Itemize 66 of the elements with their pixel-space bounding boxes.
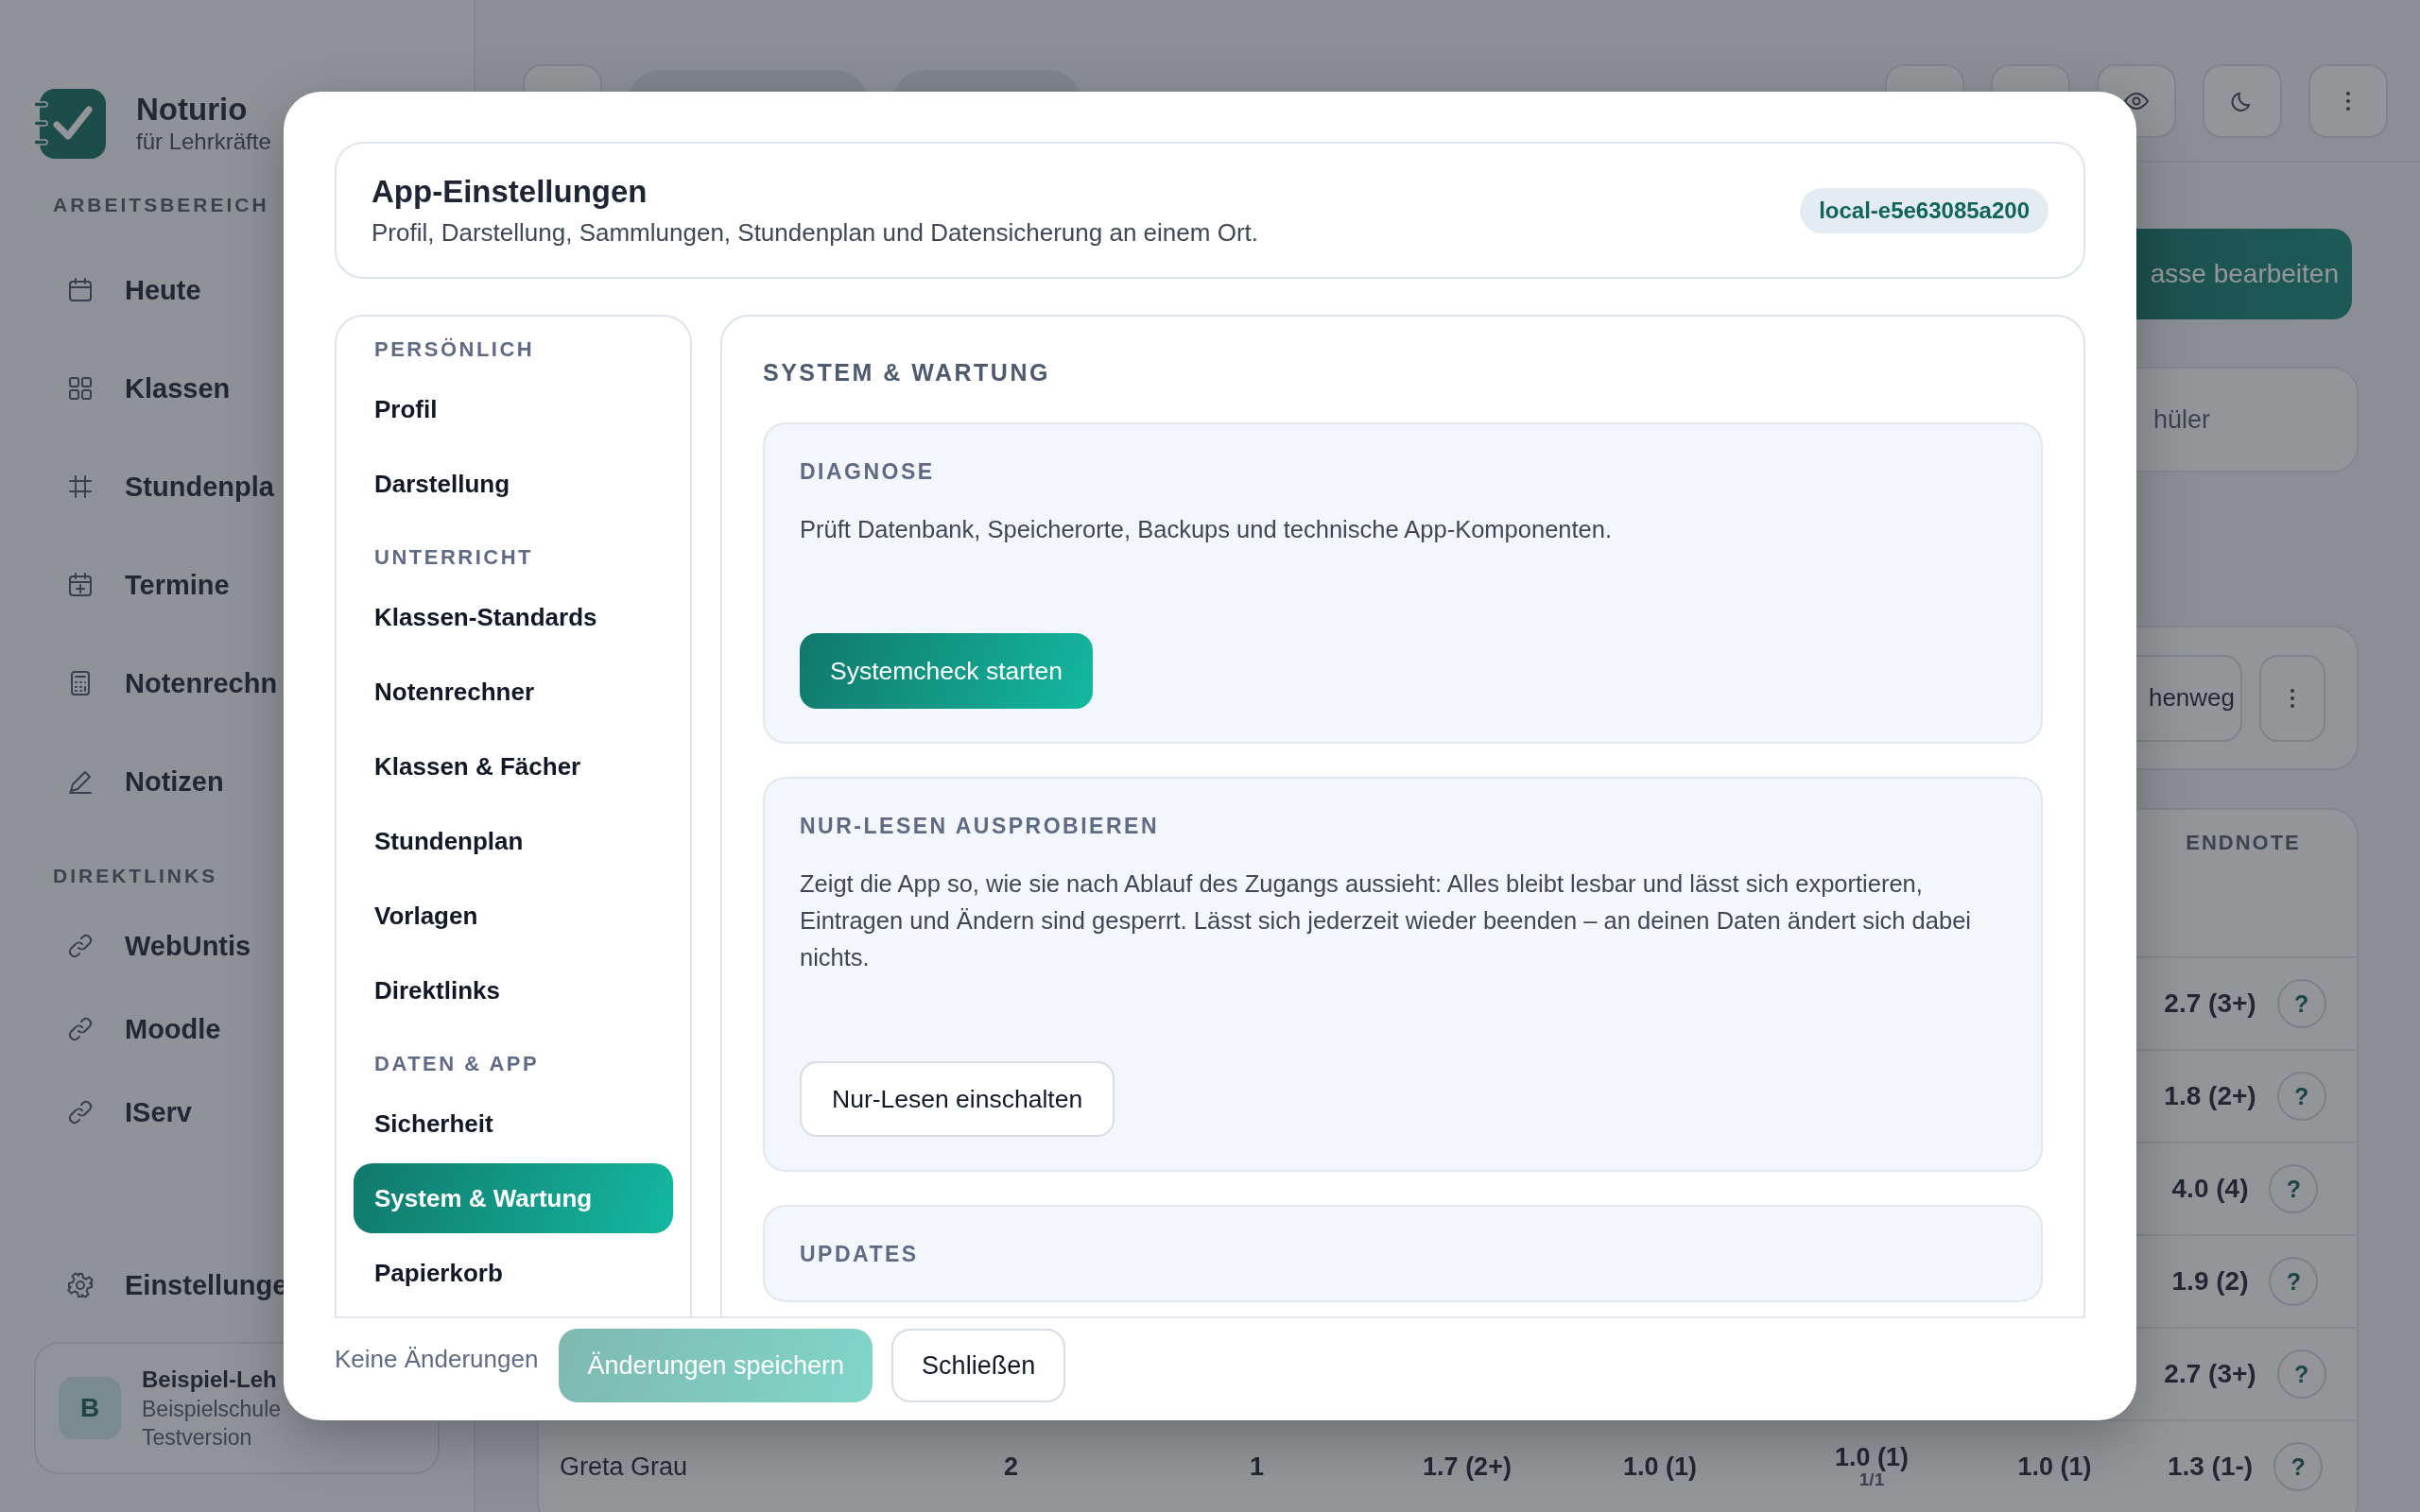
avatar: B (59, 1377, 121, 1439)
nav-item[interactable]: Stundenplan (354, 806, 673, 876)
help-button[interactable]: ? (2269, 1257, 2319, 1306)
dialog-title: App-Einstellungen (372, 172, 648, 211)
user-school: Beispielschule (142, 1396, 282, 1423)
more-button[interactable] (2259, 654, 2325, 742)
final-grade: 4.0 (4) (2171, 1174, 2249, 1204)
link-icon (66, 1098, 95, 1126)
app-tagline: für Lehrkräfte (136, 128, 271, 156)
help-button[interactable]: ? (2276, 1349, 2326, 1399)
id-badge: local-e5e63085a200 (1800, 187, 2048, 233)
grid-icon (66, 374, 95, 403)
settings-icon (66, 1271, 95, 1299)
grade-cell-text: 1.0 (1) (1621, 1453, 1698, 1480)
user-plan: Testversion (142, 1424, 253, 1452)
more-button[interactable] (2308, 64, 2388, 138)
nav-item[interactable]: Direktlinks (354, 955, 673, 1025)
app-name: Noturio (136, 92, 249, 128)
help-button[interactable]: ? (2269, 1164, 2319, 1213)
nav-item[interactable]: Profil (354, 374, 673, 444)
link-icon (66, 1015, 95, 1043)
table-icon (66, 472, 95, 501)
dialog-subtitle: Profil, Darstellung, Sammlungen, Stundenplan und Datensicherung an einem Ort. (372, 216, 1258, 249)
nav-item[interactable]: Notenrechner (354, 657, 673, 727)
final-grade: 2.7 (3+) (2164, 988, 2256, 1019)
grade-cell-text: 1.0 (1) 1/1 (1833, 1444, 1910, 1489)
final-grade: 1.9 (2) (2171, 1266, 2249, 1297)
grade-cell-text: 1.0 (1) (2016, 1453, 2093, 1480)
card-text: Zeigt die App so, wie sie nach Ablauf des Zugangs aussieht: Alles bleibt lesbar und lässt sich exportieren, Eintragen und Ändern sind gesperrt. Lässt sich jederzeit wieder beenden – an deinen Daten ändert sich dabei nichts. (800, 869, 1972, 972)
final-grade: 2.7 (3+) (2164, 1359, 2256, 1389)
help-button[interactable]: ? (2276, 979, 2326, 1028)
card-title: DIAGNOSE (800, 458, 935, 485)
section-heading: DIREKTLINKS (53, 864, 219, 888)
nav-heading: DATEN & APP (374, 1051, 541, 1077)
action-button[interactable]: Nur-Lesen einschalten (800, 1061, 1115, 1137)
help-button[interactable]: ? (2273, 1442, 2324, 1491)
nav-item[interactable]: Sicherheit (354, 1089, 673, 1159)
nav-item[interactable]: System & Wartung (354, 1163, 673, 1233)
final-grade: 1.8 (2+) (2164, 1081, 2256, 1111)
nav-item[interactable]: Vorlagen (354, 881, 673, 951)
section-title: SYSTEM & WARTUNG (763, 358, 1051, 387)
nav-heading: UNTERRICHT (374, 544, 534, 571)
student-name: Greta Grau (559, 1452, 689, 1482)
nav-heading: PERSÖNLICH (374, 336, 536, 363)
column-header: ENDNOTE (2185, 830, 2302, 856)
grade-cell-text: 1.7 (2+) (1422, 1453, 1512, 1480)
help-button[interactable]: ? (2276, 1072, 2326, 1121)
card-title: NUR-LESEN AUSPROBIEREN (800, 813, 1159, 839)
calendar-icon (66, 571, 95, 599)
nav-item[interactable]: Papierkorb (354, 1238, 673, 1308)
calendar-icon (66, 276, 95, 304)
grade-cell-text: 2 (1003, 1453, 1019, 1480)
card-text: Prüft Datenbank, Speicherorte, Backups und technische App-Komponenten. (800, 515, 1613, 544)
nav-item[interactable]: Klassen & Fächer (354, 731, 673, 801)
nav-item[interactable]: Darstellung (354, 449, 673, 519)
grade-cell-text: 1 (1249, 1453, 1265, 1480)
card-title: UPDATES (800, 1241, 919, 1267)
user-name: Beispiel-Leh (142, 1366, 278, 1394)
logo-icon (34, 87, 108, 161)
card-label: hüler (2152, 404, 2210, 435)
theme-button[interactable] (2203, 64, 2282, 138)
nav-item[interactable]: Klassen-Standards (354, 582, 673, 652)
close-button[interactable]: Schließen (891, 1329, 1066, 1402)
action-button[interactable]: Systemcheck starten (800, 633, 1093, 709)
final-grade: 1.3 (1-) (2167, 1452, 2254, 1482)
link-icon (66, 932, 95, 960)
